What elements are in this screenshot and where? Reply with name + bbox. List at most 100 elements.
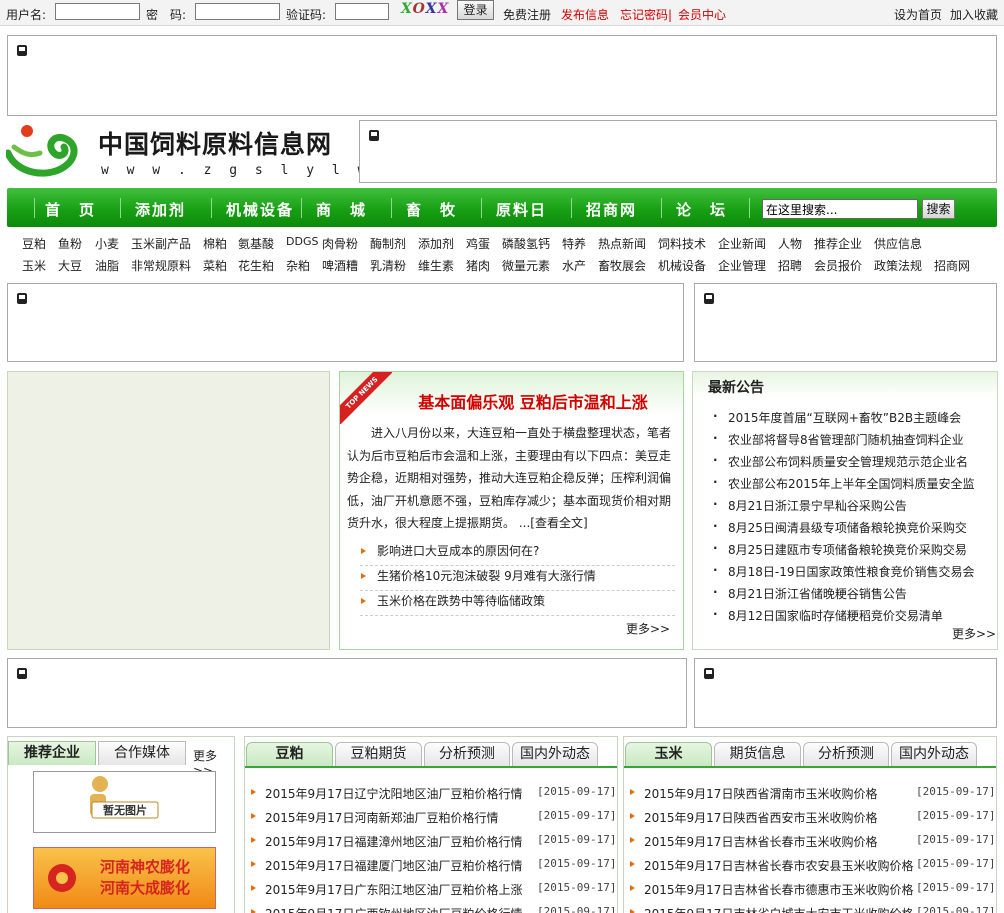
keyword-link[interactable]: 机械设备 xyxy=(658,257,706,274)
keyword-link[interactable]: 菜粕 xyxy=(203,257,227,274)
nav-additives[interactable]: 添加剂 xyxy=(135,199,186,220)
list-item[interactable]: 2015年9月17日福建漳州地区油厂豆粕价格行情 [2015-09-17] xyxy=(251,833,616,850)
tab-analysis[interactable]: 分析预测 xyxy=(424,742,510,766)
nav-forum[interactable]: 论 坛 xyxy=(676,199,727,220)
keyword-link[interactable]: 玉米 xyxy=(22,257,46,274)
keyword-link[interactable]: 非常规原料 xyxy=(131,257,191,274)
list-item-title[interactable]: 2015年9月17日河南新郑油厂豆粕价格行情 xyxy=(265,809,498,826)
list-item[interactable]: 2015年9月17日广西钦州地区油厂豆粕价格行情 [2015-09-17] xyxy=(251,905,616,913)
notice-item[interactable]: 2015年度首届“互联网+畜牧”B2B主题峰会 xyxy=(713,409,978,426)
list-item-title[interactable]: 2015年9月17日陕西省西安市玉米收购价格 xyxy=(644,809,877,826)
keyword-link[interactable]: 氨基酸 xyxy=(238,235,274,252)
notice-item[interactable]: 8月21日浙江景宁早籼谷采购公告 xyxy=(713,497,978,514)
keyword-link[interactable]: 玉米副产品 xyxy=(131,235,191,252)
logo-icon[interactable] xyxy=(6,123,86,179)
keyword-link[interactable]: 肉骨粉 xyxy=(322,235,358,252)
search-button[interactable]: 搜索 xyxy=(922,199,955,219)
keyword-link[interactable]: 特养 xyxy=(562,235,586,252)
list-item-title[interactable]: 2015年9月17日陕西省渭南市玉米收购价格 xyxy=(644,785,877,802)
list-item-title[interactable]: 2015年9月17日福建厦门地区油厂豆粕价格行情 xyxy=(265,857,522,874)
list-item-title[interactable]: 2015年9月17日吉林省长春市德惠市玉米收购价格 xyxy=(644,881,913,898)
list-item-title[interactable]: 2015年9月17日吉林省长春市玉米收购价格 xyxy=(644,833,877,850)
keyword-link[interactable]: 招聘 xyxy=(778,257,802,274)
keyword-link[interactable]: 企业管理 xyxy=(718,257,766,274)
nav-machinery[interactable]: 机械设备 xyxy=(226,199,294,220)
keyword-link[interactable]: 大豆 xyxy=(58,257,82,274)
notice-item[interactable]: 8月25日闽清县级专项储备粮轮换竞价采购交 xyxy=(713,519,978,536)
keyword-link[interactable]: 招商网 xyxy=(934,257,970,274)
keyword-link[interactable]: 人物 xyxy=(778,235,802,252)
top-ad-banner[interactable] xyxy=(7,35,997,116)
list-item[interactable]: 2015年9月17日吉林省长春市农安县玉米收购价格 [2015-09-17] xyxy=(630,857,995,874)
keyword-link[interactable]: 啤酒糟 xyxy=(322,257,358,274)
search-input[interactable] xyxy=(762,199,918,219)
keyword-link[interactable]: 维生素 xyxy=(418,257,454,274)
featured-image-area[interactable] xyxy=(7,371,330,650)
captcha-image[interactable]: XOXX xyxy=(401,1,449,21)
news-list-item[interactable]: 生猪价格10元泡沫破裂 9月难有大涨行情 xyxy=(360,566,675,591)
news-more-link[interactable]: 更多>> xyxy=(626,620,670,637)
nav-investment[interactable]: 招商网 xyxy=(586,199,637,220)
nav-livestock[interactable]: 畜 牧 xyxy=(406,199,457,220)
keyword-link[interactable]: DDGS xyxy=(286,235,318,248)
keyword-link[interactable]: 水产 xyxy=(562,257,586,274)
keyword-link[interactable]: 棉粕 xyxy=(203,235,227,252)
notice-item[interactable]: 8月25日建瓯市专项储备粮轮换竞价采购交易 xyxy=(713,541,978,558)
nav-raw-material-daily[interactable]: 原料日 xyxy=(496,199,547,220)
list-item-title[interactable]: 2015年9月17日福建漳州地区油厂豆粕价格行情 xyxy=(265,833,522,850)
keyword-link[interactable]: 猪肉 xyxy=(466,257,490,274)
tab-futures-info[interactable]: 期货信息 xyxy=(714,742,801,766)
forgot-password-link[interactable]: 忘记密码| xyxy=(620,6,672,23)
keyword-link[interactable]: 花生粕 xyxy=(238,257,274,274)
keyword-link[interactable]: 微量元素 xyxy=(502,257,550,274)
list-item[interactable]: 2015年9月17日辽宁沈阳地区油厂豆粕价格行情 [2015-09-17] xyxy=(251,785,616,802)
top-news-headline[interactable]: 基本面偏乐观 豆粕后市温和上涨 xyxy=(388,389,678,413)
nav-mall[interactable]: 商 城 xyxy=(316,199,367,220)
tab-recommended-companies[interactable]: 推荐企业 xyxy=(8,741,96,765)
add-favorite-link[interactable]: 加入收藏 xyxy=(950,6,998,23)
captcha-input[interactable] xyxy=(335,3,389,20)
register-link[interactable]: 免费注册 xyxy=(503,6,551,23)
tab-partner-media[interactable]: 合作媒体 xyxy=(98,741,186,765)
keyword-link[interactable]: 饲料技术 xyxy=(658,235,706,252)
company-banner-ad[interactable]: 河南神农膨化 河南大成膨化 xyxy=(33,847,216,909)
tab-domestic-foreign[interactable]: 国内外动态 xyxy=(891,742,977,766)
list-item[interactable]: 2015年9月17日吉林省长春市德惠市玉米收购价格 [2015-09-17] xyxy=(630,881,995,898)
keyword-link[interactable]: 油脂 xyxy=(95,257,119,274)
list-item[interactable]: 2015年9月17日陕西省渭南市玉米收购价格 [2015-09-17] xyxy=(630,785,995,802)
header-ad-banner[interactable] xyxy=(359,120,997,183)
keyword-link[interactable]: 鸡蛋 xyxy=(466,235,490,252)
list-item-title[interactable]: 2015年9月17日广西钦州地区油厂豆粕价格行情 xyxy=(265,905,522,913)
notice-item[interactable]: 农业部将督导8省管理部门随机抽查饲料企业 xyxy=(713,431,978,448)
lower-ad-banner-left[interactable] xyxy=(7,658,687,728)
news-list-item[interactable]: 玉米价格在跌势中等待临储政策 xyxy=(360,591,675,616)
list-item-title[interactable]: 2015年9月17日辽宁沈阳地区油厂豆粕价格行情 xyxy=(265,785,522,802)
list-item[interactable]: 2015年9月17日陕西省西安市玉米收购价格 [2015-09-17] xyxy=(630,809,995,826)
post-info-link[interactable]: 发布信息 xyxy=(561,6,609,23)
news-list-item[interactable]: 影响进口大豆成本的原因何在? xyxy=(360,541,675,566)
notice-item[interactable]: 8月18日-19日国家政策性粮食竞价销售交易会 xyxy=(713,563,978,580)
keyword-link[interactable]: 酶制剂 xyxy=(370,235,406,252)
set-homepage-link[interactable]: 设为首页 xyxy=(894,6,942,23)
list-item[interactable]: 2015年9月17日广东阳江地区油厂豆粕价格上涨 [2015-09-17] xyxy=(251,881,616,897)
keyword-link[interactable]: 企业新闻 xyxy=(718,235,766,252)
lower-ad-banner-right[interactable] xyxy=(694,658,997,728)
keyword-link[interactable]: 推荐企业 xyxy=(814,235,862,252)
keyword-link[interactable]: 添加剂 xyxy=(418,235,454,252)
notice-item[interactable]: 8月12日国家临时存储粳稻竞价交易清单 xyxy=(713,607,978,624)
list-item[interactable]: 2015年9月17日河南新郑油厂豆粕价格行情 [2015-09-17] xyxy=(251,809,616,826)
mid-ad-banner-right[interactable] xyxy=(694,283,997,362)
keyword-link[interactable]: 小麦 xyxy=(95,235,119,252)
keyword-link[interactable]: 供应信息 xyxy=(874,235,922,252)
keyword-link[interactable]: 会员报价 xyxy=(814,257,862,274)
list-item-title[interactable]: 2015年9月17日吉林省长春市农安县玉米收购价格 xyxy=(644,857,913,874)
list-item[interactable]: 2015年9月17日福建厦门地区油厂豆粕价格行情 [2015-09-17] xyxy=(251,857,616,874)
notice-item[interactable]: 农业部公布饲料质量安全管理规范示范企业名 xyxy=(713,453,978,470)
login-button[interactable]: 登录 xyxy=(457,0,494,20)
keyword-link[interactable]: 乳清粉 xyxy=(370,257,406,274)
notice-more-link[interactable]: 更多>> xyxy=(952,625,996,642)
notice-item[interactable]: 8月21日浙江省储晚粳谷销售公告 xyxy=(713,585,978,602)
mid-ad-banner-left[interactable] xyxy=(7,283,684,362)
tab-analysis[interactable]: 分析预测 xyxy=(803,742,889,766)
tab-domestic-foreign[interactable]: 国内外动态 xyxy=(512,742,598,766)
